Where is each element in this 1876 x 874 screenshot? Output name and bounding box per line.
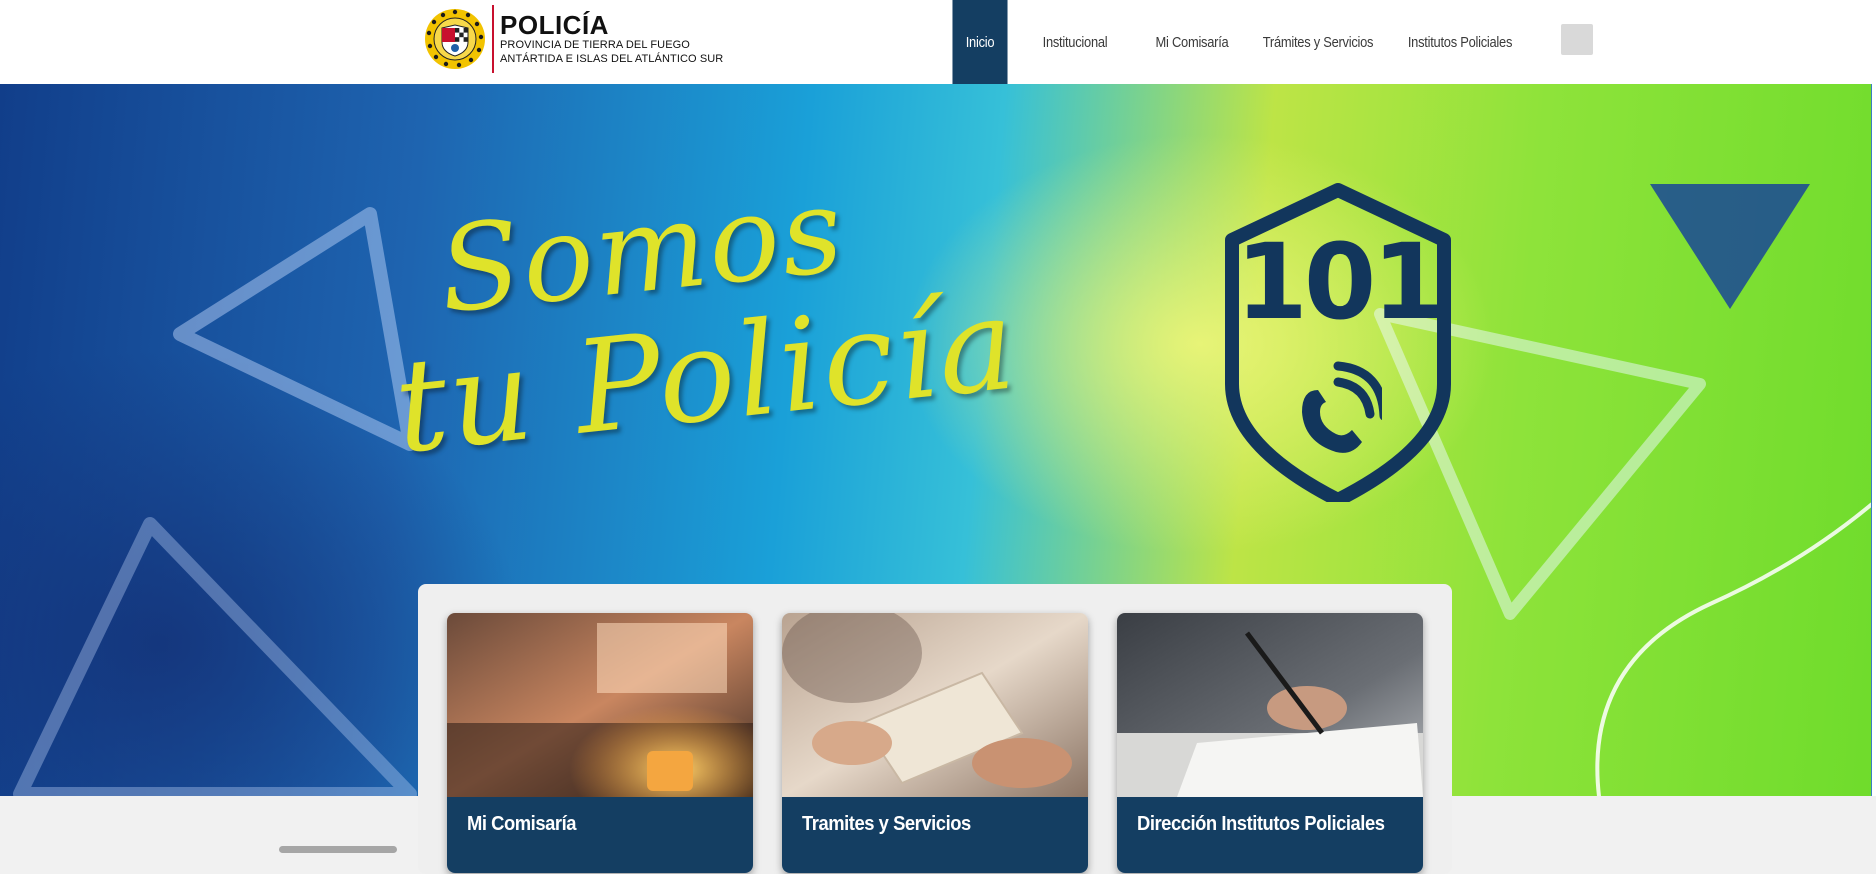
document-handover-photo xyxy=(782,613,1088,797)
logo-subtitle-line1: PROVINCIA DE TIERRA DEL FUEGO xyxy=(500,39,690,51)
emergency-badge: 101 xyxy=(1218,182,1458,502)
site-logo[interactable]: POLICÍA PROVINCIA DE TIERRA DEL FUEGO AN… xyxy=(424,4,723,74)
card-title: Mi Comisaría xyxy=(467,813,577,835)
site-header: POLICÍA PROVINCIA DE TIERRA DEL FUEGO AN… xyxy=(0,0,1876,84)
office-desk-lamp-photo xyxy=(447,613,753,797)
logo-subtitle-line2: ANTÁRTIDA E ISLAS DEL ATLÁNTICO SUR xyxy=(500,53,724,65)
card-title: Dirección Institutos Policiales xyxy=(1137,813,1385,835)
main-nav: Inicio Institucional Mi Comisaría Trámit… xyxy=(948,0,1530,84)
logo-divider xyxy=(492,5,494,73)
logo-title: POLICÍA xyxy=(500,10,609,40)
page-right-edge xyxy=(1872,84,1876,796)
triangle-solid-decoration xyxy=(1650,184,1810,309)
page-right-border xyxy=(1871,84,1872,796)
nav-item-inicio[interactable]: Inicio xyxy=(952,0,1008,84)
nav-item-institutos-policiales[interactable]: Institutos Policiales xyxy=(1400,0,1520,84)
emergency-number: 101 xyxy=(1235,221,1444,343)
card-mi-comisaria[interactable]: Mi Comisaría xyxy=(447,613,753,873)
curve-line-decoration xyxy=(1595,502,1872,796)
nav-item-institucional[interactable]: Institucional xyxy=(1021,0,1129,84)
triangle-outline-decoration xyxy=(13,517,417,796)
card-direccion-institutos-policiales[interactable]: Dirección Institutos Policiales xyxy=(1117,613,1423,873)
card-title: Tramites y Servicios xyxy=(802,813,971,835)
nav-item-tramites-servicios[interactable]: Trámites y Servicios xyxy=(1256,0,1380,84)
police-seal-icon xyxy=(425,9,485,69)
phone-icon xyxy=(1302,361,1382,453)
logo-text: POLICÍA PROVINCIA DE TIERRA DEL FUEGO AN… xyxy=(500,12,723,66)
card-tramites-servicios[interactable]: Tramites y Servicios xyxy=(782,613,1088,873)
search-icon[interactable] xyxy=(1561,24,1593,55)
student-writing-photo xyxy=(1117,613,1423,797)
nav-item-mi-comisaria[interactable]: Mi Comisaría xyxy=(1146,0,1239,84)
carousel-scrollbar[interactable] xyxy=(279,846,397,853)
